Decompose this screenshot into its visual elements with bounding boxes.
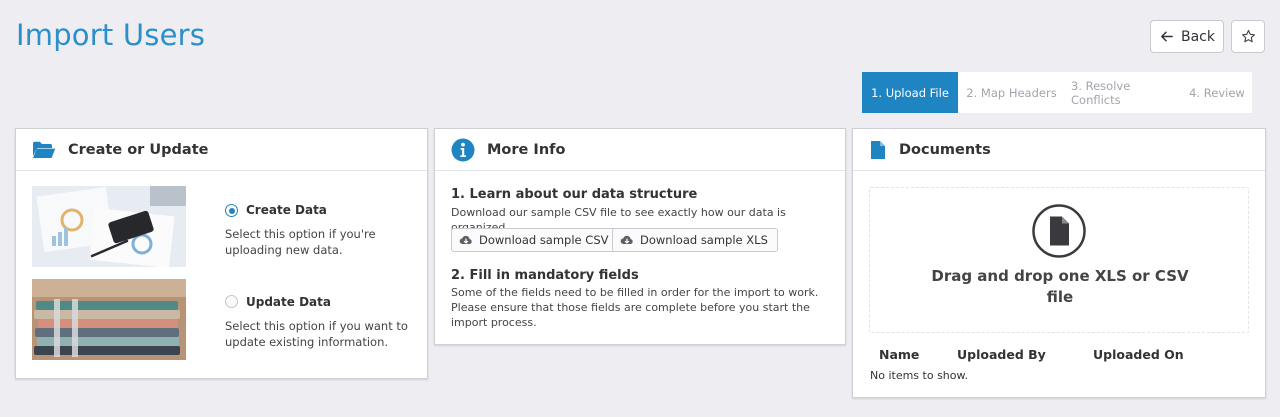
office-desk-image: [32, 186, 186, 267]
create-data-radio[interactable]: [225, 204, 238, 217]
cloud-download-icon: [620, 235, 633, 244]
back-button[interactable]: Back: [1150, 20, 1224, 53]
update-data-label[interactable]: Update Data: [246, 295, 331, 309]
favorite-button[interactable]: [1231, 20, 1265, 53]
file-upload-icon: [1032, 204, 1086, 258]
wizard-step-review[interactable]: 4. Review: [1182, 72, 1252, 113]
document-icon: [871, 140, 885, 159]
wizard-steps: 1. Upload File 2. Map Headers 3. Resolve…: [862, 72, 1252, 113]
documents-panel: Documents Drag and drop one XLS or CSV f…: [852, 128, 1266, 398]
more-info-panel: More Info 1. Learn about our data struct…: [434, 128, 846, 345]
panel-title: Create or Update: [68, 141, 209, 158]
wizard-step-resolve-conflicts[interactable]: 3. Resolve Conflicts: [1065, 72, 1182, 113]
back-button-label: Back: [1181, 28, 1215, 45]
download-sample-csv-label: Download sample CSV: [479, 233, 609, 247]
binders-image: [32, 279, 186, 360]
create-data-description: Select this option if you're uploading n…: [225, 227, 376, 257]
wizard-step-upload-file[interactable]: 1. Upload File: [862, 72, 958, 113]
mandatory-fields-text: Some of the fields need to be filled in …: [451, 286, 819, 329]
info-icon: [451, 138, 475, 161]
column-header-name[interactable]: Name: [879, 347, 919, 362]
download-sample-csv-button[interactable]: Download sample CSV: [451, 228, 619, 252]
update-data-description: Select this option if you want to update…: [225, 319, 408, 349]
page-title: Import Users: [16, 18, 206, 52]
create-or-update-panel: Create or Update Create Data Select this…: [15, 128, 428, 379]
update-data-radio[interactable]: [225, 295, 238, 308]
cloud-download-icon: [459, 235, 472, 244]
dropzone-text: Drag and drop one XLS or CSV file: [931, 267, 1189, 306]
column-header-uploaded-on[interactable]: Uploaded On: [1093, 347, 1184, 362]
file-dropzone[interactable]: Drag and drop one XLS or CSV file: [869, 187, 1249, 333]
column-header-uploaded-by[interactable]: Uploaded By: [957, 347, 1046, 362]
empty-table-message: No items to show.: [870, 369, 968, 382]
panel-title: Documents: [899, 141, 991, 158]
panel-header: Documents: [853, 129, 1265, 171]
star-icon: [1241, 29, 1255, 43]
arrow-left-icon: [1161, 31, 1173, 42]
download-sample-xls-label: Download sample XLS: [640, 233, 768, 247]
panel-header: More Info: [435, 129, 845, 171]
create-data-label[interactable]: Create Data: [246, 203, 327, 217]
panel-header: Create or Update: [16, 129, 427, 171]
panel-title: More Info: [487, 141, 566, 158]
wizard-step-map-headers[interactable]: 2. Map Headers: [958, 72, 1065, 113]
folder-open-icon: [33, 141, 56, 158]
data-structure-heading: 1. Learn about our data structure: [451, 187, 698, 202]
download-sample-xls-button[interactable]: Download sample XLS: [612, 228, 778, 252]
mandatory-fields-heading: 2. Fill in mandatory fields: [451, 268, 639, 283]
